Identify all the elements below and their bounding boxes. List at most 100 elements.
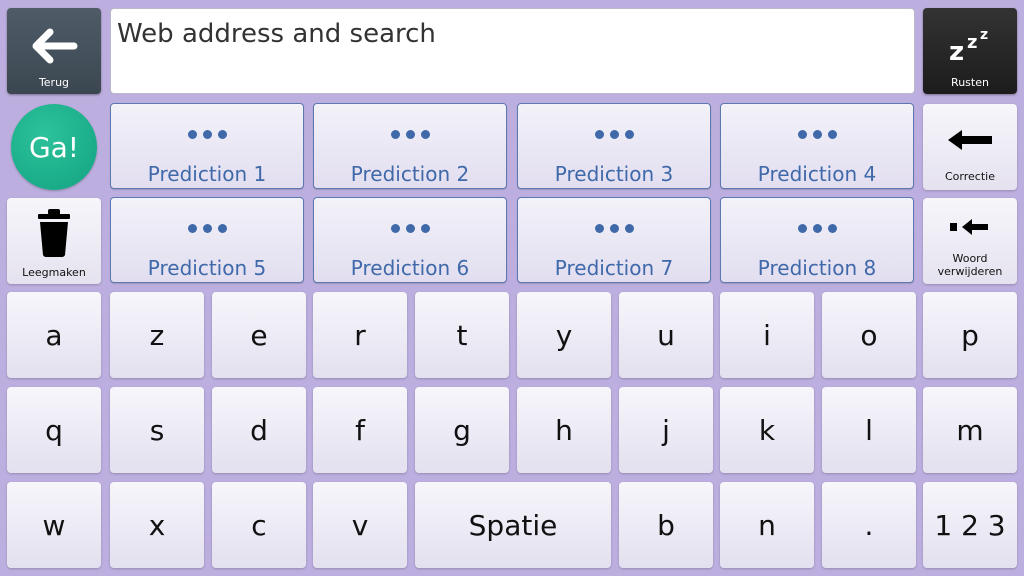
key-label: p [961,318,979,352]
more-dots-icon [721,224,913,233]
address-search-input[interactable]: Web address and search [110,8,915,94]
correction-label: Correctie [945,170,995,183]
more-dots-icon [111,130,303,139]
key-label: m [956,413,984,447]
key-q[interactable]: q [7,387,101,473]
prediction-label: Prediction 5 [147,256,267,280]
key-f[interactable]: f [313,387,407,473]
key-s[interactable]: s [110,387,204,473]
more-dots-icon [518,224,710,233]
key-label: n [758,508,776,542]
key-label: h [555,413,573,447]
prediction-button[interactable]: Prediction 3 [517,103,711,189]
key-label: a [45,318,63,352]
clear-label: Leegmaken [22,266,86,279]
prediction-label: Prediction 4 [757,162,877,186]
prediction-label: Prediction 1 [147,162,267,186]
svg-text:z: z [949,37,964,64]
key-r[interactable]: r [313,292,407,378]
more-dots-icon [314,224,506,233]
delete-word-icon [923,218,1017,236]
key-h[interactable]: h [517,387,611,473]
prediction-button[interactable]: Prediction 7 [517,197,711,283]
trash-icon [7,208,101,258]
key-z[interactable]: z [110,292,204,378]
more-dots-icon [721,130,913,139]
key-label: b [657,508,675,542]
key-x[interactable]: x [110,482,204,568]
key-label: v [351,508,369,542]
prediction-button[interactable]: Prediction 4 [720,103,914,189]
key-d[interactable]: d [212,387,306,473]
svg-text:z: z [967,32,977,53]
key-a[interactable]: a [7,292,101,378]
key-i[interactable]: i [720,292,814,378]
clear-button[interactable]: Leegmaken [7,198,101,284]
key-label: u [657,318,675,352]
key-v[interactable]: v [313,482,407,568]
sleep-zzz-icon: z z z [923,24,1017,64]
key-period[interactable]: . [822,482,916,568]
key-l[interactable]: l [822,387,916,473]
numbers-key[interactable]: 1 2 3 [923,482,1017,568]
key-p[interactable]: p [923,292,1017,378]
key-label: g [453,413,471,447]
key-label: y [555,318,573,352]
key-b[interactable]: b [619,482,713,568]
key-g[interactable]: g [415,387,509,473]
key-label: q [45,413,63,447]
more-dots-icon [518,130,710,139]
delete-word-button[interactable]: Woord verwijderen [923,198,1017,284]
key-k[interactable]: k [720,387,814,473]
key-label: z [149,318,165,352]
key-y[interactable]: y [517,292,611,378]
delete-word-label: Woord verwijderen [937,252,1003,278]
rest-button[interactable]: z z z Rusten [923,8,1017,94]
space-key[interactable]: Spatie [415,482,611,568]
back-button[interactable]: Terug [7,8,101,94]
prediction-label: Prediction 2 [350,162,470,186]
more-dots-icon [314,130,506,139]
prediction-button[interactable]: Prediction 2 [313,103,507,189]
key-n[interactable]: n [720,482,814,568]
key-j[interactable]: j [619,387,713,473]
key-label: c [251,508,267,542]
key-u[interactable]: u [619,292,713,378]
key-label: o [860,318,878,352]
go-button[interactable]: Ga! [11,104,97,190]
key-label: i [763,318,771,352]
key-label: t [456,318,468,352]
go-label: Ga! [28,130,80,164]
key-label: j [662,413,670,447]
prediction-button[interactable]: Prediction 8 [720,197,914,283]
key-w[interactable]: w [7,482,101,568]
svg-text:z: z [980,27,988,43]
key-label: . [864,508,874,542]
back-label: Terug [38,76,70,89]
key-label: Spatie [468,508,558,542]
key-label: r [354,318,366,352]
key-label: k [758,413,776,447]
rest-label: Rusten [951,76,989,89]
backspace-arrow-icon [923,128,1017,152]
more-dots-icon [111,224,303,233]
prediction-button[interactable]: Prediction 6 [313,197,507,283]
key-t[interactable]: t [415,292,509,378]
prediction-button[interactable]: Prediction 1 [110,103,304,189]
key-label: f [355,413,365,447]
key-label: e [250,318,268,352]
prediction-label: Prediction 7 [554,256,674,280]
correction-button[interactable]: Correctie [923,104,1017,190]
key-label: x [148,508,166,542]
prediction-label: Prediction 6 [350,256,470,280]
key-c[interactable]: c [212,482,306,568]
prediction-label: Prediction 8 [757,256,877,280]
key-o[interactable]: o [822,292,916,378]
key-label: s [149,413,165,447]
key-label: d [250,413,268,447]
prediction-button[interactable]: Prediction 5 [110,197,304,283]
prediction-label: Prediction 3 [554,162,674,186]
arrow-left-icon [7,28,101,64]
key-e[interactable]: e [212,292,306,378]
key-m[interactable]: m [923,387,1017,473]
